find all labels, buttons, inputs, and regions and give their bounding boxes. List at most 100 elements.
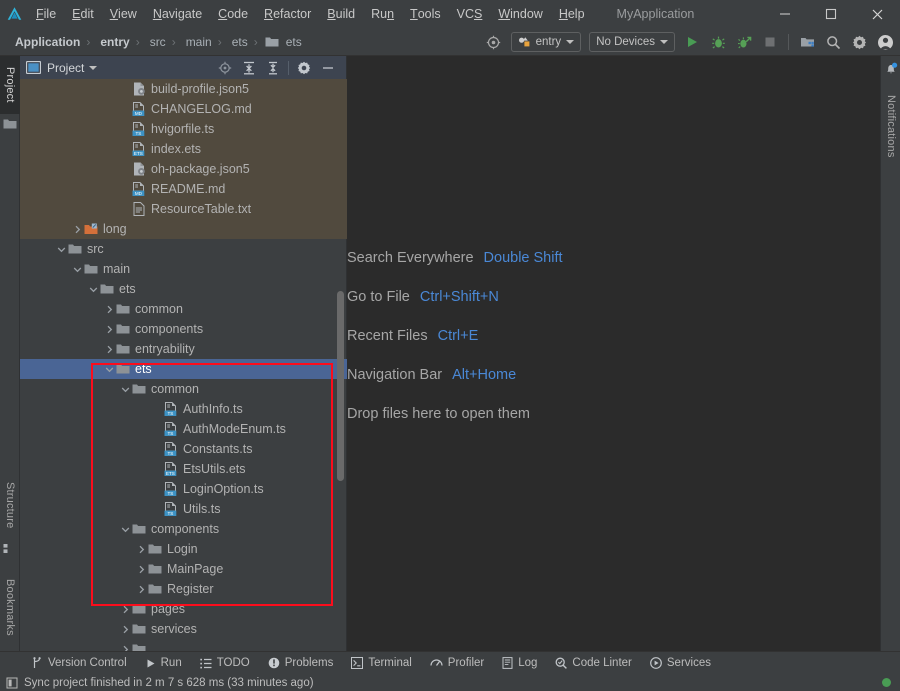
tree-node-ets[interactable]: ets bbox=[20, 279, 347, 299]
debug-button[interactable] bbox=[705, 28, 731, 56]
bottom-tab-code-linter[interactable]: Code Linter bbox=[547, 652, 639, 675]
sidebar-item-structure[interactable]: Structure bbox=[0, 471, 20, 539]
chevron-right-icon[interactable] bbox=[104, 324, 115, 335]
bottom-tab-todo[interactable]: TODO bbox=[192, 652, 258, 675]
menu-item-file[interactable]: File bbox=[28, 0, 64, 28]
run-configuration-selector[interactable]: entry bbox=[510, 32, 582, 52]
tree-node-components[interactable]: components bbox=[20, 519, 347, 539]
chevron-down-icon[interactable] bbox=[56, 244, 67, 255]
sidebar-item-project[interactable]: Project bbox=[0, 56, 20, 114]
project-structure-button[interactable] bbox=[794, 28, 820, 56]
chevron-down-icon[interactable] bbox=[120, 384, 131, 395]
tree-node-utils-ts[interactable]: TS Utils.ts bbox=[20, 499, 347, 519]
tree-node-common[interactable]: common bbox=[20, 379, 347, 399]
chevron-down-icon[interactable] bbox=[84, 56, 102, 79]
breadcrumb-item-ets[interactable]: ets bbox=[261, 35, 305, 49]
tree-node-mainpage[interactable]: MainPage bbox=[20, 559, 347, 579]
chevron-right-icon[interactable] bbox=[120, 624, 131, 635]
expand-all-button[interactable] bbox=[237, 56, 261, 79]
tree-node-components[interactable]: components bbox=[20, 319, 347, 339]
bottom-tab-log[interactable]: Log bbox=[494, 652, 545, 675]
chevron-right-icon[interactable] bbox=[72, 224, 83, 235]
bottom-tab-version-control[interactable]: Version Control bbox=[24, 652, 135, 675]
tree-node-common[interactable]: common bbox=[20, 299, 347, 319]
menu-bar[interactable]: File Edit View Navigate Code Refactor Build Ru n… bbox=[28, 0, 593, 28]
menu-item-tools[interactable]: Tools bbox=[402, 0, 449, 28]
tree-node-index-ets[interactable]: ETS index.ets bbox=[20, 139, 347, 159]
tree-node-entryability[interactable]: entryability bbox=[20, 339, 347, 359]
minimize-icon[interactable] bbox=[762, 0, 808, 28]
menu-item-run[interactable]: Ru n bbox=[363, 0, 402, 28]
tree-node-hvigorfile-ts[interactable]: TS hvigorfile.ts bbox=[20, 119, 347, 139]
chevron-down-icon[interactable] bbox=[120, 524, 131, 535]
chevron-right-icon[interactable] bbox=[120, 604, 131, 615]
chevron-down-icon[interactable] bbox=[104, 364, 115, 375]
tree-node-oh-package-json5[interactable]: oh-package.json5 bbox=[20, 159, 347, 179]
attach-debugger-button[interactable] bbox=[731, 28, 757, 56]
breadcrumb-item-ets[interactable]: ets bbox=[225, 35, 251, 49]
tree-node-readme-md[interactable]: MD README.md bbox=[20, 179, 347, 199]
tree-node-long[interactable]: long bbox=[20, 219, 347, 239]
menu-item-vcs[interactable]: VC S bbox=[449, 0, 491, 28]
collapse-all-button[interactable] bbox=[261, 56, 285, 79]
menu-item-refactor[interactable]: Refactor bbox=[256, 0, 319, 28]
chevron-right-icon[interactable] bbox=[136, 564, 147, 575]
tree-node-pages[interactable]: pages bbox=[20, 599, 347, 619]
menu-item-help[interactable]: Help bbox=[551, 0, 593, 28]
menu-item-code[interactable]: Code bbox=[210, 0, 256, 28]
chevron-down-icon[interactable] bbox=[88, 284, 99, 295]
run-button[interactable] bbox=[679, 28, 705, 56]
tree-node[interactable] bbox=[20, 639, 347, 651]
tree-node-ets[interactable]: ets bbox=[20, 359, 347, 379]
tree-node-main[interactable]: main bbox=[20, 259, 347, 279]
chevron-right-icon[interactable] bbox=[104, 344, 115, 355]
chevron-right-icon[interactable] bbox=[136, 584, 147, 595]
menu-item-window[interactable]: Window bbox=[490, 0, 550, 28]
tree-node-changelog-md[interactable]: MD CHANGELOG.md bbox=[20, 99, 347, 119]
tree-node-constants-ts[interactable]: TS Constants.ts bbox=[20, 439, 347, 459]
tree-node-services[interactable]: services bbox=[20, 619, 347, 639]
breadcrumb-item-entry[interactable]: entry bbox=[93, 35, 132, 49]
chevron-right-icon[interactable] bbox=[120, 644, 131, 651]
project-tree[interactable]: build-profile.json5 MD CHANGELOG.md TS hvigo… bbox=[20, 79, 347, 651]
close-icon[interactable] bbox=[854, 0, 900, 28]
breadcrumb-item-main[interactable]: main bbox=[179, 35, 215, 49]
breadcrumb-item-src[interactable]: src bbox=[143, 35, 169, 49]
bottom-tab-terminal[interactable]: Terminal bbox=[343, 652, 419, 675]
tree-node-login[interactable]: Login bbox=[20, 539, 347, 559]
account-button[interactable] bbox=[872, 28, 898, 56]
tree-node-build-profile-json5[interactable]: build-profile.json5 bbox=[20, 79, 347, 99]
tree-scrollbar[interactable] bbox=[337, 291, 344, 481]
settings-button[interactable] bbox=[846, 28, 872, 56]
sidebar-item-notifications[interactable]: Notifications bbox=[881, 80, 900, 172]
bottom-tab-problems[interactable]: Problems bbox=[260, 652, 342, 675]
menu-item-view[interactable]: View bbox=[102, 0, 145, 28]
tree-node-etsutils-ets[interactable]: ETS EtsUtils.ets bbox=[20, 459, 347, 479]
tree-node-src[interactable]: src bbox=[20, 239, 347, 259]
hide-panel-button[interactable] bbox=[316, 56, 340, 79]
menu-item-edit[interactable]: Edit bbox=[64, 0, 102, 28]
stop-button[interactable] bbox=[757, 28, 783, 56]
target-icon[interactable] bbox=[481, 28, 507, 56]
tree-node-register[interactable]: Register bbox=[20, 579, 347, 599]
bottom-tab-profiler[interactable]: Profiler bbox=[422, 652, 492, 675]
tree-node-authmodeenum-ts[interactable]: TS AuthModeEnum.ts bbox=[20, 419, 347, 439]
bottom-tab-services[interactable]: Services bbox=[642, 652, 719, 675]
tree-node-resourcetable-txt[interactable]: ResourceTable.txt bbox=[20, 199, 347, 219]
menu-item-navigate[interactable]: Navigate bbox=[145, 0, 210, 28]
bottom-tab-run[interactable]: Run bbox=[137, 652, 190, 675]
tree-node-loginoption-ts[interactable]: TS LoginOption.ts bbox=[20, 479, 347, 499]
chevron-down-icon[interactable] bbox=[72, 264, 83, 275]
tree-node-authinfo-ts[interactable]: TS AuthInfo.ts bbox=[20, 399, 347, 419]
device-selector[interactable]: No Devices bbox=[589, 32, 675, 52]
menu-item-build[interactable]: Build bbox=[319, 0, 363, 28]
chevron-right-icon[interactable] bbox=[136, 544, 147, 555]
breadcrumb[interactable]: Application › entry › src › main › ets › ets bbox=[0, 35, 305, 49]
breadcrumb-item-application[interactable]: Application bbox=[8, 35, 83, 49]
sidebar-item-bookmarks[interactable]: Bookmarks bbox=[0, 568, 20, 646]
scroll-from-source-button[interactable] bbox=[213, 56, 237, 79]
chevron-right-icon[interactable] bbox=[104, 304, 115, 315]
search-button[interactable] bbox=[820, 28, 846, 56]
bottom-tool-window-bar[interactable]: Version Control Run TODO Problems Terminal Pr… bbox=[0, 651, 900, 674]
maximize-icon[interactable] bbox=[808, 0, 854, 28]
